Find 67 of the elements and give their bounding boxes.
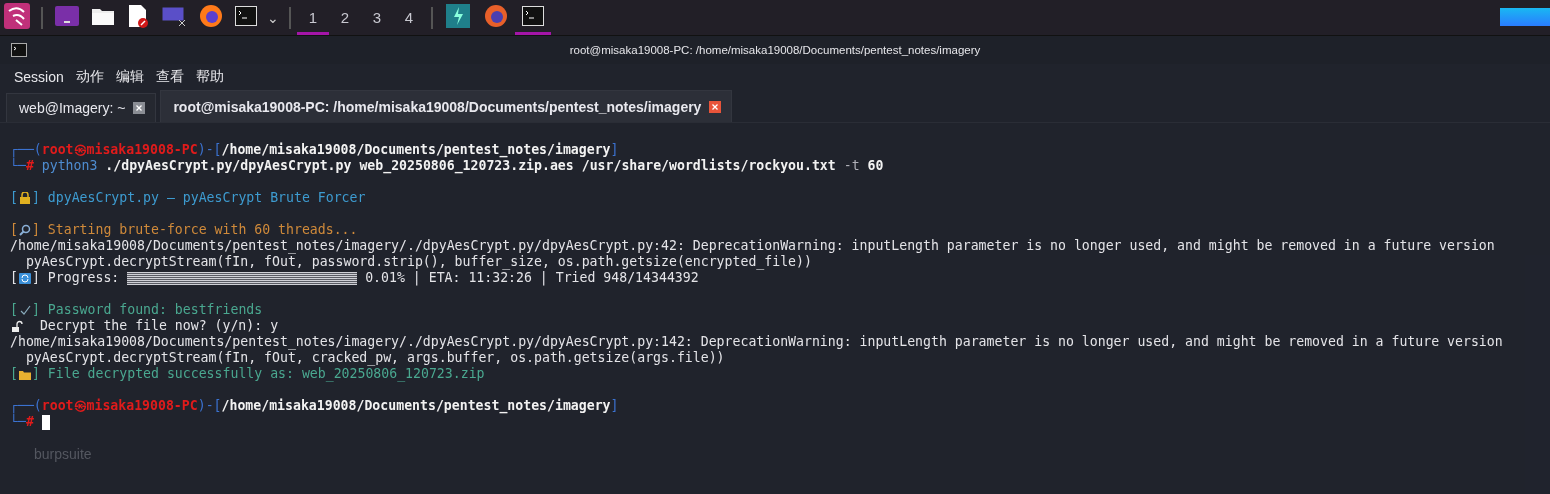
terminal-text: ] File decrypted successfully as: web_20250806_120723.zip bbox=[31, 366, 485, 382]
terminal-text: [ bbox=[10, 190, 18, 206]
terminal-text: root㉿misaka19008-PC bbox=[41, 142, 198, 158]
monitor-icon bbox=[161, 5, 187, 27]
terminal-text: └─ bbox=[10, 414, 26, 430]
menu-item[interactable]: 查看 bbox=[149, 65, 190, 89]
terminal-text: pyAesCrypt.decryptStream(fIn, fOut, cracked_pw, args.buffer, os.path.getsize(args.file)) bbox=[24, 350, 725, 366]
unlock-icon bbox=[11, 319, 23, 333]
terminal-text: ./dpyAesCrypt.py/dpyAesCrypt.py web_20250806_120723.zip.aes /usr/share/wordlists/rockyou.txt bbox=[104, 158, 836, 174]
terminal-text: ] Progress: bbox=[31, 270, 121, 286]
tab-label: root@misaka19008-PC: /home/misaka19008/Documents/pentest_notes/imagery bbox=[173, 98, 702, 115]
terminal-text: root㉿misaka19008-PC bbox=[41, 398, 198, 414]
terminal-text: ] bbox=[610, 142, 619, 158]
document-icon bbox=[127, 4, 149, 28]
terminal-text: /home/misaka19008/Documents/pentest_notes/imagery bbox=[221, 142, 611, 158]
terminal-text: )-[ bbox=[197, 142, 222, 157]
terminal-text: Decrypt the file now? (y/n): y bbox=[38, 318, 279, 334]
terminal-text: python3 bbox=[40, 158, 98, 174]
terminal-text: /home/misaka19008/Documents/pentest_notes/imagery bbox=[221, 398, 611, 414]
terminal-icon bbox=[235, 6, 257, 26]
terminal-text: 0.01% | ETA: 11:32:26 | Tried 948/14344392 bbox=[364, 270, 699, 286]
terminal-text: /home/misaka19008/Documents/pentest_notes/imagery/./dpyAesCrypt.py/dpyAesCrypt.py:142: DeprecationWarning: inputLength parameter is no longer used, and might be removed in a future version bbox=[10, 334, 1503, 350]
check-icon bbox=[18, 303, 31, 317]
terminal-text: ] Password found: bestfriends bbox=[31, 302, 263, 318]
terminal-text: └─ bbox=[10, 158, 26, 174]
terminal-icon bbox=[11, 43, 27, 57]
terminal-text: ] dpyAesCrypt.py – pyAesCrypt Brute Forcer bbox=[31, 190, 366, 206]
tray-widget[interactable] bbox=[1500, 7, 1550, 26]
terminal-icon bbox=[522, 6, 544, 26]
workspace-button[interactable]: 4 bbox=[393, 0, 425, 35]
terminal-text: [ bbox=[10, 302, 18, 318]
window-title: root@misaka19008-PC: /home/misaka19008/Documents/pentest_notes/imagery bbox=[568, 44, 982, 56]
text-cursor bbox=[41, 414, 50, 430]
lightning-icon bbox=[446, 4, 470, 28]
lock-icon bbox=[18, 191, 31, 205]
terminal-text: # bbox=[25, 414, 34, 430]
terminal-text: pyAesCrypt.decryptStream(fIn, fOut, password.strip(), buffer_size, os.path.getsize(encrypted_file)) bbox=[24, 254, 812, 270]
menu-item[interactable]: 动作 bbox=[69, 65, 110, 89]
terminal-text: -t bbox=[842, 158, 860, 174]
browser-icon bbox=[484, 4, 508, 28]
close-icon[interactable] bbox=[709, 100, 722, 113]
search-icon bbox=[18, 223, 31, 237]
menu-item[interactable]: 帮助 bbox=[189, 65, 230, 89]
terminal-text: [ bbox=[10, 222, 18, 238]
terminal-tab[interactable]: web@Imagery: ~ bbox=[6, 93, 157, 122]
tab-label: web@Imagery: ~ bbox=[19, 100, 126, 116]
folder-icon bbox=[91, 6, 115, 26]
terminal-text: [ bbox=[10, 270, 18, 286]
terminal-text: ┌──( bbox=[10, 142, 42, 158]
close-icon[interactable] bbox=[133, 102, 146, 114]
terminal-text: ] Starting brute-force with 60 threads... bbox=[31, 222, 358, 238]
menu-item[interactable]: 编辑 bbox=[109, 65, 150, 89]
browser-icon bbox=[199, 4, 223, 28]
terminal-text: /home/misaka19008/Documents/pentest_notes/imagery/./dpyAesCrypt.py/dpyAesCrypt.py:42: DeprecationWarning: inputLength parameter is no longer used, and might be removed in a future version bbox=[10, 238, 1495, 254]
workspace-button[interactable]: 3 bbox=[361, 0, 393, 35]
terminal-tab[interactable]: root@misaka19008-PC: /home/misaka19008/Documents/pentest_notes/imagery bbox=[160, 90, 733, 122]
workspace-button[interactable]: 2 bbox=[329, 0, 361, 35]
terminal-text: )-[ bbox=[197, 398, 222, 413]
terminal-text: [ bbox=[10, 366, 18, 382]
dropdown-button[interactable]: ⌄ bbox=[263, 2, 283, 33]
refresh-icon bbox=[18, 271, 31, 285]
menu-item[interactable]: Session bbox=[8, 65, 70, 89]
terminal-text: # bbox=[25, 158, 34, 174]
window-icon bbox=[55, 6, 79, 26]
terminal-text: ] bbox=[610, 398, 619, 414]
terminal-text: ┌──( bbox=[10, 398, 42, 414]
terminal-text: 60 bbox=[866, 158, 884, 174]
